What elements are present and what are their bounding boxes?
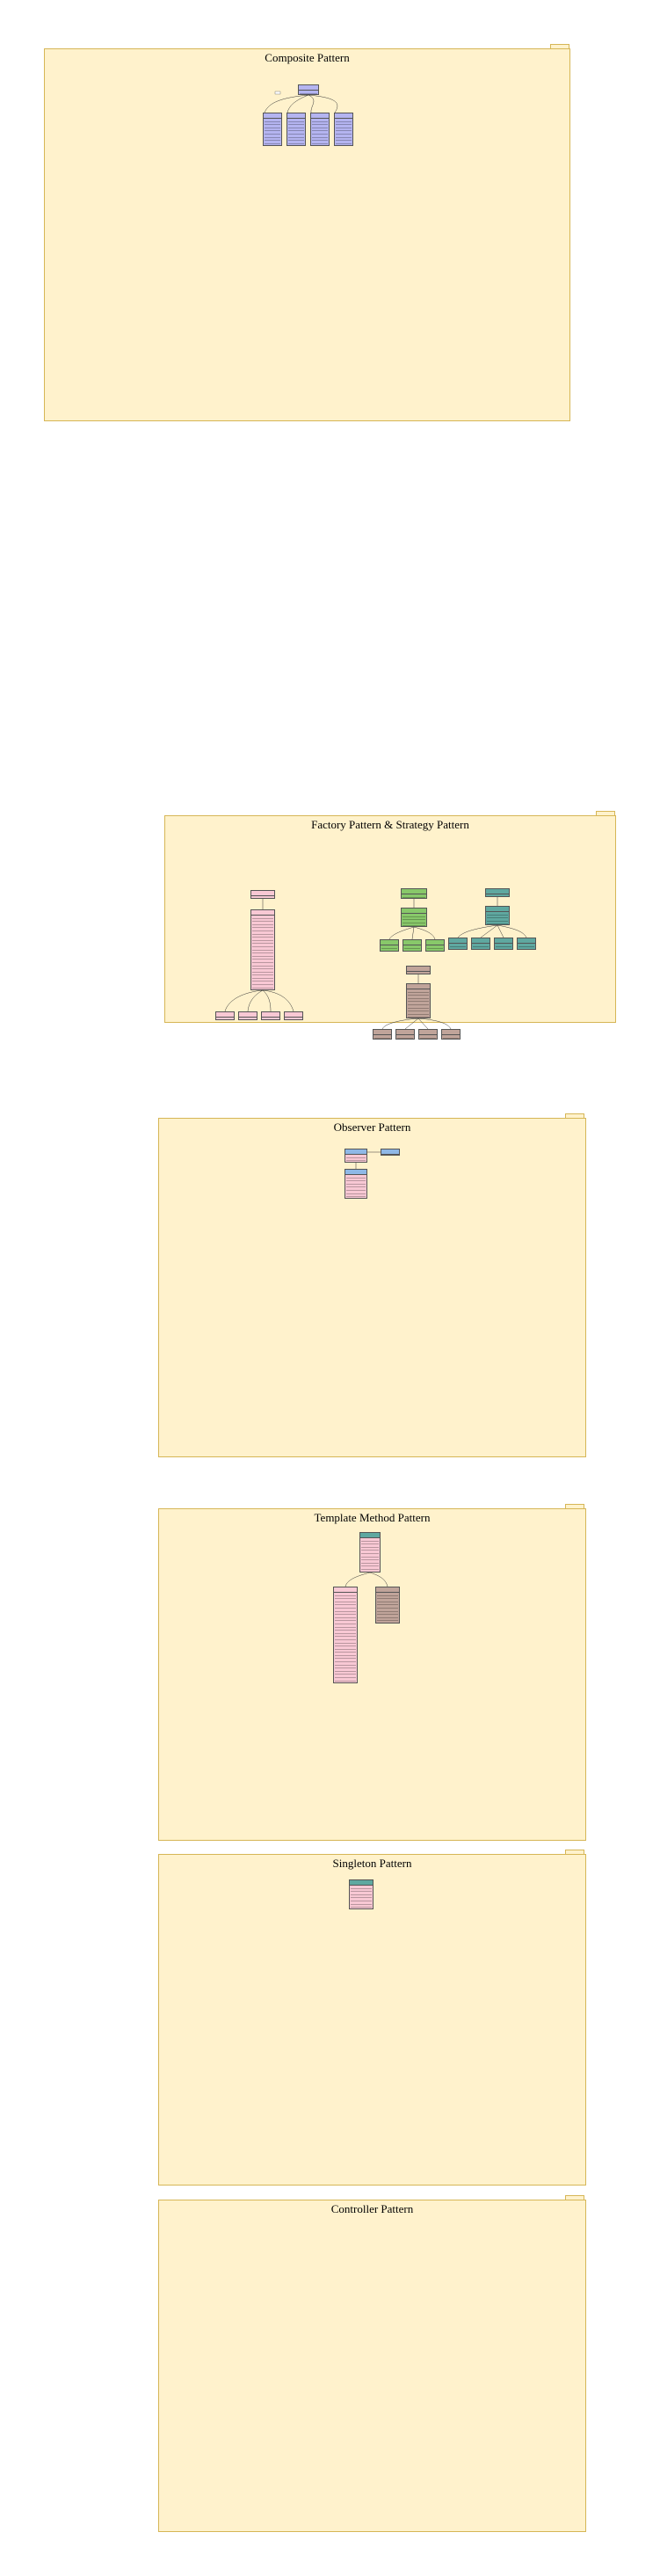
composite-package: Composite Pattern (44, 48, 570, 421)
strategy-b-concrete-class-4[interactable] (517, 938, 536, 950)
strategy-c-concrete-class-1[interactable] (373, 1029, 392, 1040)
template-method-package: Template Method Pattern (158, 1508, 586, 1841)
strategy-b-context-class[interactable] (485, 888, 510, 897)
observer-connectors (355, 1151, 381, 1169)
factory-product-class-3[interactable] (261, 1011, 280, 1020)
observer-interface-class[interactable] (381, 1149, 400, 1156)
singleton-package-title: Singleton Pattern (332, 1857, 412, 1870)
singleton-package: Singleton Pattern (158, 1854, 586, 2186)
composite-leaf-class-1[interactable] (263, 113, 282, 146)
template-method-package-title: Template Method Pattern (314, 1511, 431, 1524)
observer-package-title: Observer Pattern (333, 1120, 411, 1134)
strategy-c-interface-class[interactable] (406, 983, 431, 1018)
factory-strategy-package-title: Factory Pattern & Strategy Pattern (311, 818, 469, 831)
factory-creator-class[interactable] (250, 909, 275, 990)
factory-product-class-2[interactable] (238, 1011, 257, 1020)
strategy-c-concrete-class-2[interactable] (395, 1029, 415, 1040)
template-concrete-class-1[interactable] (333, 1587, 358, 1683)
factory-interface-class[interactable] (250, 890, 275, 899)
composite-root-class[interactable] (298, 84, 319, 95)
composite-leaf-class-4[interactable] (334, 113, 353, 146)
strategy-concrete-class-2[interactable] (403, 939, 422, 952)
composite-connectors (264, 91, 338, 113)
strategy-context-class[interactable] (401, 888, 427, 899)
strategy-b-concrete-class-1[interactable] (448, 938, 468, 950)
composite-leaf-class-3[interactable] (310, 113, 330, 146)
composite-package-title: Composite Pattern (265, 51, 350, 64)
observer-subject-class[interactable] (345, 1149, 367, 1163)
observer-concrete-class[interactable] (345, 1169, 367, 1199)
template-abstract-class[interactable] (359, 1532, 381, 1573)
factory-strategy-package: Factory Pattern & Strategy Pattern (164, 815, 616, 1040)
controller-package-title: Controller Pattern (330, 2202, 414, 2215)
factory-strategy-connectors (224, 897, 527, 1030)
controller-package: Controller Pattern (158, 2200, 586, 2532)
strategy-concrete-class-3[interactable] (425, 939, 445, 952)
singleton-class[interactable] (349, 1879, 374, 1909)
strategy-c-concrete-class-3[interactable] (418, 1029, 438, 1040)
composite-leaf-class-2[interactable] (286, 113, 306, 146)
strategy-b-concrete-class-2[interactable] (471, 938, 490, 950)
factory-product-class-1[interactable] (215, 1011, 235, 1020)
strategy-concrete-class-1[interactable] (380, 939, 399, 952)
factory-product-class-4[interactable] (284, 1011, 303, 1020)
template-concrete-class-2[interactable] (375, 1587, 400, 1624)
strategy-b-interface-class[interactable] (485, 906, 510, 925)
strategy-c-concrete-class-4[interactable] (441, 1029, 461, 1040)
strategy-interface-class[interactable] (401, 908, 427, 927)
strategy-b-concrete-class-3[interactable] (494, 938, 513, 950)
strategy-c-context-class[interactable] (406, 966, 431, 974)
observer-package: Observer Pattern (158, 1118, 586, 1457)
